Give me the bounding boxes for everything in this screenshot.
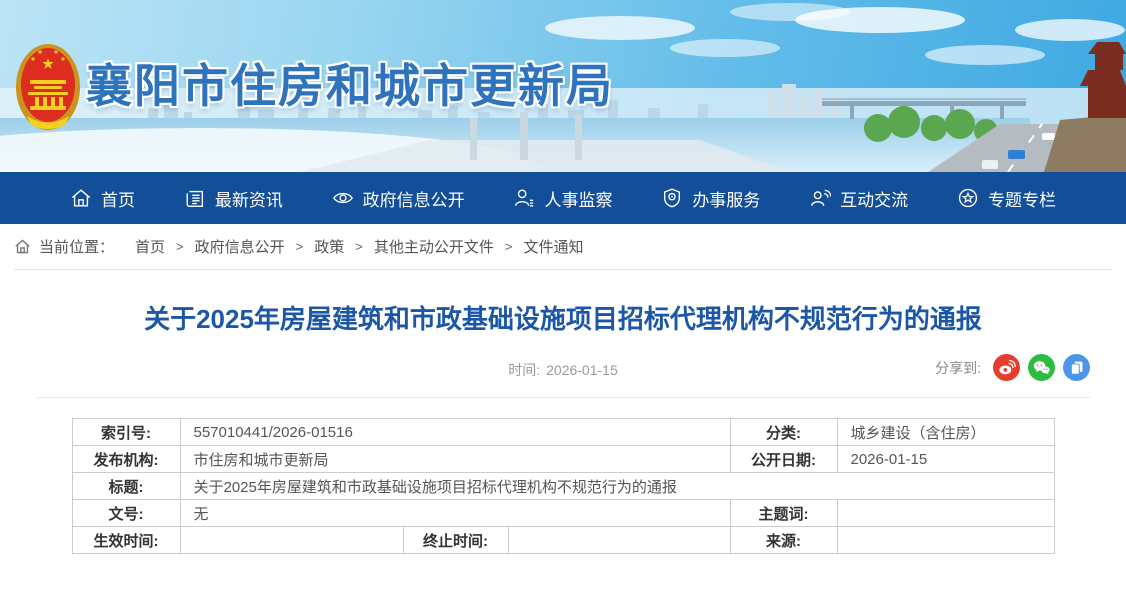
nav-item-label: 专题专栏: [988, 186, 1056, 211]
breadcrumb-item-policy[interactable]: 政策: [314, 236, 344, 257]
copy-doc-icon: [1067, 358, 1086, 377]
star-circle-icon: [957, 187, 979, 209]
share-wechat-button[interactable]: [1028, 354, 1055, 381]
table-row: 文号: 无 主题词:: [72, 500, 1054, 527]
document-meta-table: 索引号: 557010441/2026-01516 分类: 城乡建设（含住房） …: [72, 418, 1055, 554]
breadcrumb-item-info-disclosure[interactable]: 政府信息公开: [195, 236, 285, 257]
eye-icon: [332, 187, 354, 209]
share-label: 分享到:: [935, 358, 981, 378]
effective-date-value: [180, 527, 403, 554]
share-copy-button[interactable]: [1063, 354, 1090, 381]
shield-icon: [661, 187, 683, 209]
home-icon: [70, 187, 92, 209]
page: 襄阳市住房和城市更新局 首页 最新资讯 政府信息公开 人事监察: [0, 0, 1126, 589]
issuing-agency-label: 发布机构:: [72, 446, 180, 473]
breadcrumb-separator: >: [176, 239, 184, 254]
nav-item-news[interactable]: 最新资讯: [184, 186, 283, 211]
site-banner: 襄阳市住房和城市更新局: [0, 0, 1126, 172]
article-title: 关于2025年房屋建筑和市政基础设施项目招标代理机构不规范行为的通报: [0, 302, 1126, 336]
national-emblem-icon: [14, 42, 82, 138]
table-row: 生效时间: 终止时间: 来源:: [72, 527, 1054, 554]
doc-number-value: 无: [180, 500, 730, 527]
publish-date-label: 公开日期:: [730, 446, 837, 473]
index-number-label: 索引号:: [72, 419, 180, 446]
breadcrumb-item-home[interactable]: 首页: [135, 236, 165, 257]
table-row: 发布机构: 市住房和城市更新局 公开日期: 2026-01-15: [72, 446, 1054, 473]
breadcrumb-location-label: 当前位置：: [39, 236, 114, 257]
breadcrumb-item-other-public-docs[interactable]: 其他主动公开文件: [374, 236, 494, 257]
main-nav: 首页 最新资讯 政府信息公开 人事监察 办事服务: [0, 172, 1126, 224]
nav-item-label: 首页: [101, 186, 135, 211]
home-small-icon: [14, 238, 31, 255]
people-chat-icon: [809, 187, 831, 209]
nav-item-label: 人事监察: [544, 186, 612, 211]
breadcrumb-divider: [14, 269, 1112, 270]
news-icon: [184, 187, 206, 209]
issuing-agency-value: 市住房和城市更新局: [180, 446, 730, 473]
nav-item-special-topics[interactable]: 专题专栏: [957, 186, 1056, 211]
share-weibo-button[interactable]: [993, 354, 1020, 381]
breadcrumb-separator: >: [355, 239, 363, 254]
article-meta-row: 时间: 2026-01-15 分享到:: [0, 354, 1126, 384]
source-label: 来源:: [730, 527, 837, 554]
nav-item-services[interactable]: 办事服务: [661, 186, 760, 211]
nav-item-label: 政府信息公开: [363, 186, 465, 211]
doc-number-label: 文号:: [72, 500, 180, 527]
category-value: 城乡建设（含住房）: [837, 419, 1054, 446]
nav-item-home[interactable]: 首页: [70, 186, 135, 211]
site-title: 襄阳市住房和城市更新局: [86, 50, 614, 116]
person-icon: [513, 187, 535, 209]
keywords-value: [837, 500, 1054, 527]
table-row: 标题: 关于2025年房屋建筑和市政基础设施项目招标代理机构不规范行为的通报: [72, 473, 1054, 500]
nav-item-personnel[interactable]: 人事监察: [513, 186, 612, 211]
nav-item-info-disclosure[interactable]: 政府信息公开: [332, 186, 465, 211]
weibo-icon: [997, 358, 1016, 377]
index-number-value: 557010441/2026-01516: [180, 419, 730, 446]
time-label: 时间:: [508, 362, 540, 378]
time-value: 2026-01-15: [546, 362, 618, 378]
nav-item-label: 最新资讯: [215, 186, 283, 211]
breadcrumb-separator: >: [296, 239, 304, 254]
table-row: 索引号: 557010441/2026-01516 分类: 城乡建设（含住房）: [72, 419, 1054, 446]
publish-date-value: 2026-01-15: [837, 446, 1054, 473]
nav-item-interaction[interactable]: 互动交流: [809, 186, 908, 211]
breadcrumb-separator: >: [505, 239, 513, 254]
breadcrumb-item-document-notice[interactable]: 文件通知: [523, 236, 583, 257]
nav-item-label: 互动交流: [840, 186, 908, 211]
doc-title-label: 标题:: [72, 473, 180, 500]
category-label: 分类:: [730, 419, 837, 446]
content-divider: [36, 397, 1090, 398]
keywords-label: 主题词:: [730, 500, 837, 527]
wechat-icon: [1032, 358, 1051, 377]
source-value: [837, 527, 1054, 554]
effective-date-label: 生效时间:: [72, 527, 180, 554]
expiry-date-label: 终止时间:: [403, 527, 508, 554]
expiry-date-value: [508, 527, 730, 554]
nav-item-label: 办事服务: [692, 186, 760, 211]
share-bar: 分享到:: [935, 354, 1090, 381]
doc-title-value: 关于2025年房屋建筑和市政基础设施项目招标代理机构不规范行为的通报: [180, 473, 1054, 500]
breadcrumb: 当前位置： 首页 > 政府信息公开 > 政策 > 其他主动公开文件 > 文件通知: [0, 224, 1126, 269]
